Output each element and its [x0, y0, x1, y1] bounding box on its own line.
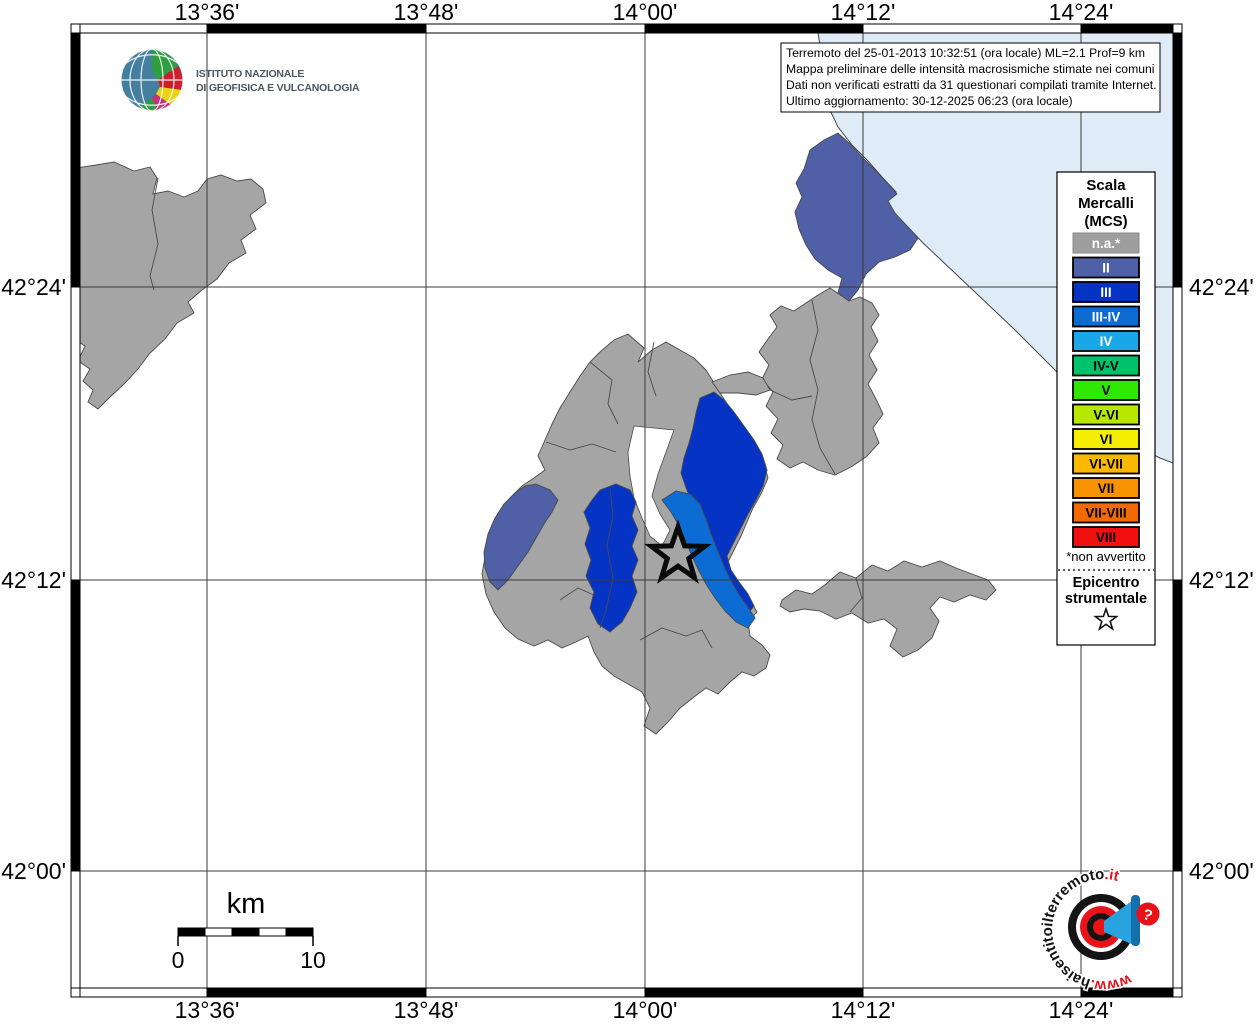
- lon-label-top: 13°48': [394, 0, 459, 25]
- ingv-name-line1: ISTITUTO NAZIONALE: [196, 68, 304, 80]
- ingv-logo: ISTITUTO NAZIONALE DI GEOFISICA E VULCAN…: [120, 48, 360, 112]
- legend-item: VII: [1072, 477, 1140, 499]
- last-update: Ultimo aggiornamento: 30-12-2025 06:23 (…: [786, 94, 1073, 108]
- svg-text:VI-VII: VI-VII: [1089, 457, 1123, 472]
- lon-label-bottom: 13°48': [394, 997, 459, 1023]
- event-info-box: Terremoto del 25-01-2013 10:32:51 (ora l…: [780, 42, 1161, 113]
- lat-label-left: 42°12': [1, 567, 66, 593]
- map-canvas: [80, 33, 1173, 988]
- municipality-cluster-east: [779, 560, 997, 658]
- municipality-bridge: [711, 371, 771, 396]
- lon-label-bottom: 14°00': [613, 997, 678, 1023]
- legend-item: VI: [1072, 428, 1140, 450]
- scale-min-label: 0: [172, 947, 185, 973]
- scale-max-label: 10: [300, 947, 326, 973]
- lat-label-left: 42°00': [1, 858, 66, 884]
- lon-label-bottom: 14°24': [1049, 997, 1114, 1023]
- svg-text:VI: VI: [1100, 432, 1113, 447]
- lon-label-top: 14°24': [1049, 0, 1114, 25]
- svg-text:VII-VIII: VII-VIII: [1085, 506, 1126, 521]
- municipality-northwest: [80, 161, 267, 410]
- ingv-globe-icon: [120, 48, 184, 112]
- lat-label-left: 42°24': [1, 274, 66, 300]
- scale-bar: km 0 10: [172, 888, 326, 973]
- svg-text:IV-V: IV-V: [1093, 359, 1119, 374]
- legend-item: II: [1072, 256, 1140, 279]
- legend-item: V: [1072, 379, 1140, 401]
- lon-label-top: 14°00': [613, 0, 678, 25]
- svg-text:n.a.*: n.a.*: [1092, 236, 1121, 251]
- legend-item: VII-VIII: [1072, 501, 1140, 524]
- legend-footnote: *non avvertito: [1066, 549, 1146, 564]
- svg-text:VII: VII: [1098, 481, 1115, 496]
- intensity-map-page: 13°36' 13°48' 14°00' 14°12' 14°24' 13°36…: [0, 0, 1258, 1024]
- legend-item: IV-V: [1072, 354, 1140, 377]
- lon-label-bottom: 13°36': [175, 997, 240, 1023]
- lat-label-right: 42°24': [1189, 274, 1254, 300]
- lat-label-right: 42°12': [1189, 567, 1254, 593]
- svg-text:V-VI: V-VI: [1093, 408, 1119, 423]
- legend-title: (MCS): [1084, 213, 1127, 230]
- svg-text:III-IV: III-IV: [1092, 310, 1121, 325]
- lat-label-right: 42°00': [1189, 858, 1254, 884]
- data-source-note: Dati non verificati estratti da 31 quest…: [786, 78, 1157, 92]
- legend-item: VIII: [1072, 526, 1140, 548]
- legend: Scala Mercalli (MCS) n.a.* II III III-IV…: [1056, 171, 1156, 646]
- scale-unit-label: km: [227, 888, 266, 920]
- legend-item: IV: [1072, 330, 1140, 352]
- lon-label-top: 13°36': [175, 0, 240, 25]
- lon-label-top: 14°12': [831, 0, 896, 25]
- legend-title: Scala: [1086, 177, 1126, 194]
- legend-item: III: [1072, 281, 1140, 303]
- legend-item: III-IV: [1072, 305, 1140, 328]
- legend-title: Mercalli: [1078, 195, 1134, 212]
- svg-text:V: V: [1101, 383, 1110, 398]
- legend-item: V-VI: [1072, 403, 1140, 426]
- ingv-name-line2: DI GEOFISICA E VULCANOLOGIA: [196, 82, 360, 94]
- svg-text:IV: IV: [1100, 334, 1113, 349]
- haisentito-watermark: ? www.haisentitoilterremoto.it: [1037, 864, 1160, 996]
- svg-text:VIII: VIII: [1096, 530, 1116, 545]
- svg-text:III: III: [1100, 285, 1111, 300]
- svg-text:II: II: [1102, 261, 1110, 276]
- legend-item: n.a.*: [1072, 232, 1140, 254]
- legend-epicenter-label: Epicentro: [1073, 575, 1140, 591]
- intensity-map: 13°36' 13°48' 14°00' 14°12' 14°24' 13°36…: [1, 0, 1254, 1023]
- legend-epicenter-label: strumentale: [1065, 591, 1147, 607]
- event-summary: Terremoto del 25-01-2013 10:32:51 (ora l…: [786, 46, 1145, 60]
- municipality-cluster-northeast: [758, 287, 884, 476]
- lon-label-bottom: 14°12': [831, 997, 896, 1023]
- legend-item: VI-VII: [1072, 452, 1140, 475]
- map-description: Mappa preliminare delle intensità macros…: [786, 62, 1155, 76]
